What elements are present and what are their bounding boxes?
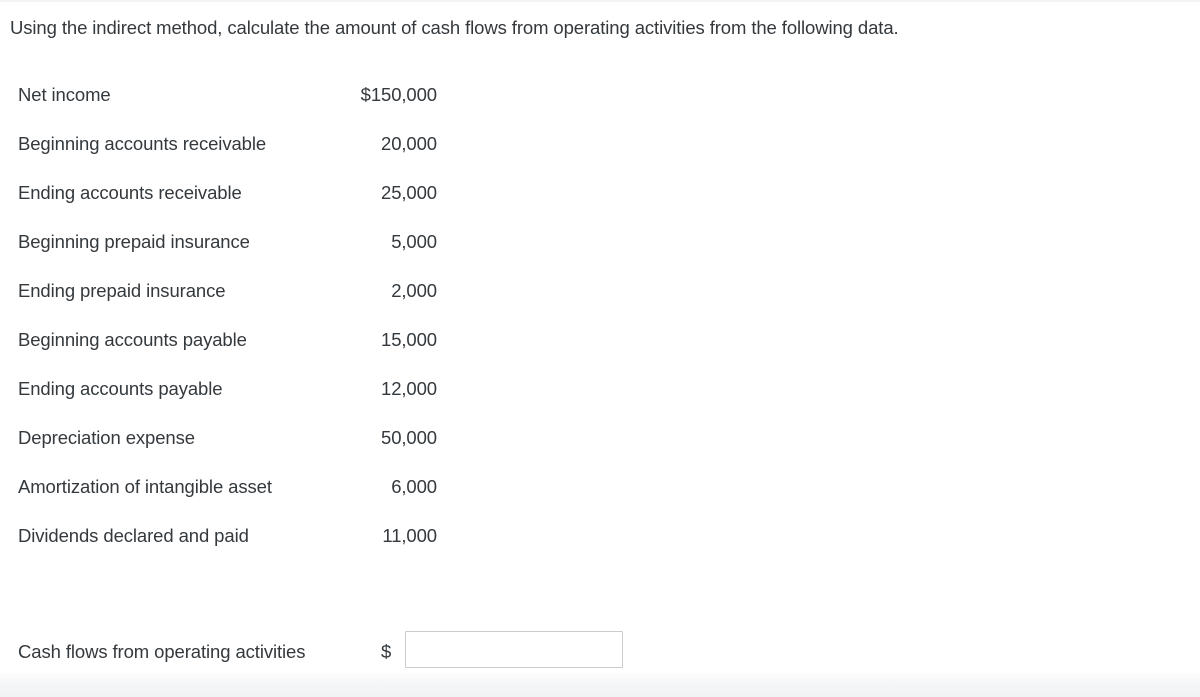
row-value: 2,000 [391, 280, 437, 301]
top-divider [0, 0, 1200, 2]
financial-data-table: Net income $150,000 Beginning accounts rec… [0, 82, 460, 572]
table-row: Ending accounts payable 12,000 [0, 376, 460, 425]
table-row: Amortization of intangible asset 6,000 [0, 474, 460, 523]
row-value: 12,000 [381, 378, 437, 399]
currency-symbol: $ [381, 641, 392, 662]
row-value: 11,000 [382, 525, 437, 546]
table-row: Net income $150,000 [0, 82, 460, 131]
row-value: $150,000 [360, 84, 437, 105]
cash-flow-answer-input[interactable] [405, 631, 623, 668]
table-row: Depreciation expense 50,000 [0, 425, 460, 474]
row-value: 6,000 [391, 476, 437, 497]
question-prompt: Using the indirect method, calculate the… [10, 17, 899, 38]
table-row: Ending prepaid insurance 2,000 [0, 278, 460, 327]
table-row: Ending accounts receivable 25,000 [0, 180, 460, 229]
footer-band [0, 673, 1200, 697]
row-value: 50,000 [381, 427, 437, 448]
row-value: 15,000 [381, 329, 437, 350]
table-row: Dividends declared and paid 11,000 [0, 523, 460, 572]
row-value: 20,000 [381, 133, 437, 154]
question-page: Using the indirect method, calculate the… [0, 0, 1200, 697]
table-row: Beginning accounts receivable 20,000 [0, 131, 460, 180]
table-row: Beginning prepaid insurance 5,000 [0, 229, 460, 278]
row-value: 25,000 [381, 182, 437, 203]
answer-label: Cash flows from operating activities [18, 641, 306, 662]
table-row: Beginning accounts payable 15,000 [0, 327, 460, 376]
row-value: 5,000 [391, 231, 437, 252]
